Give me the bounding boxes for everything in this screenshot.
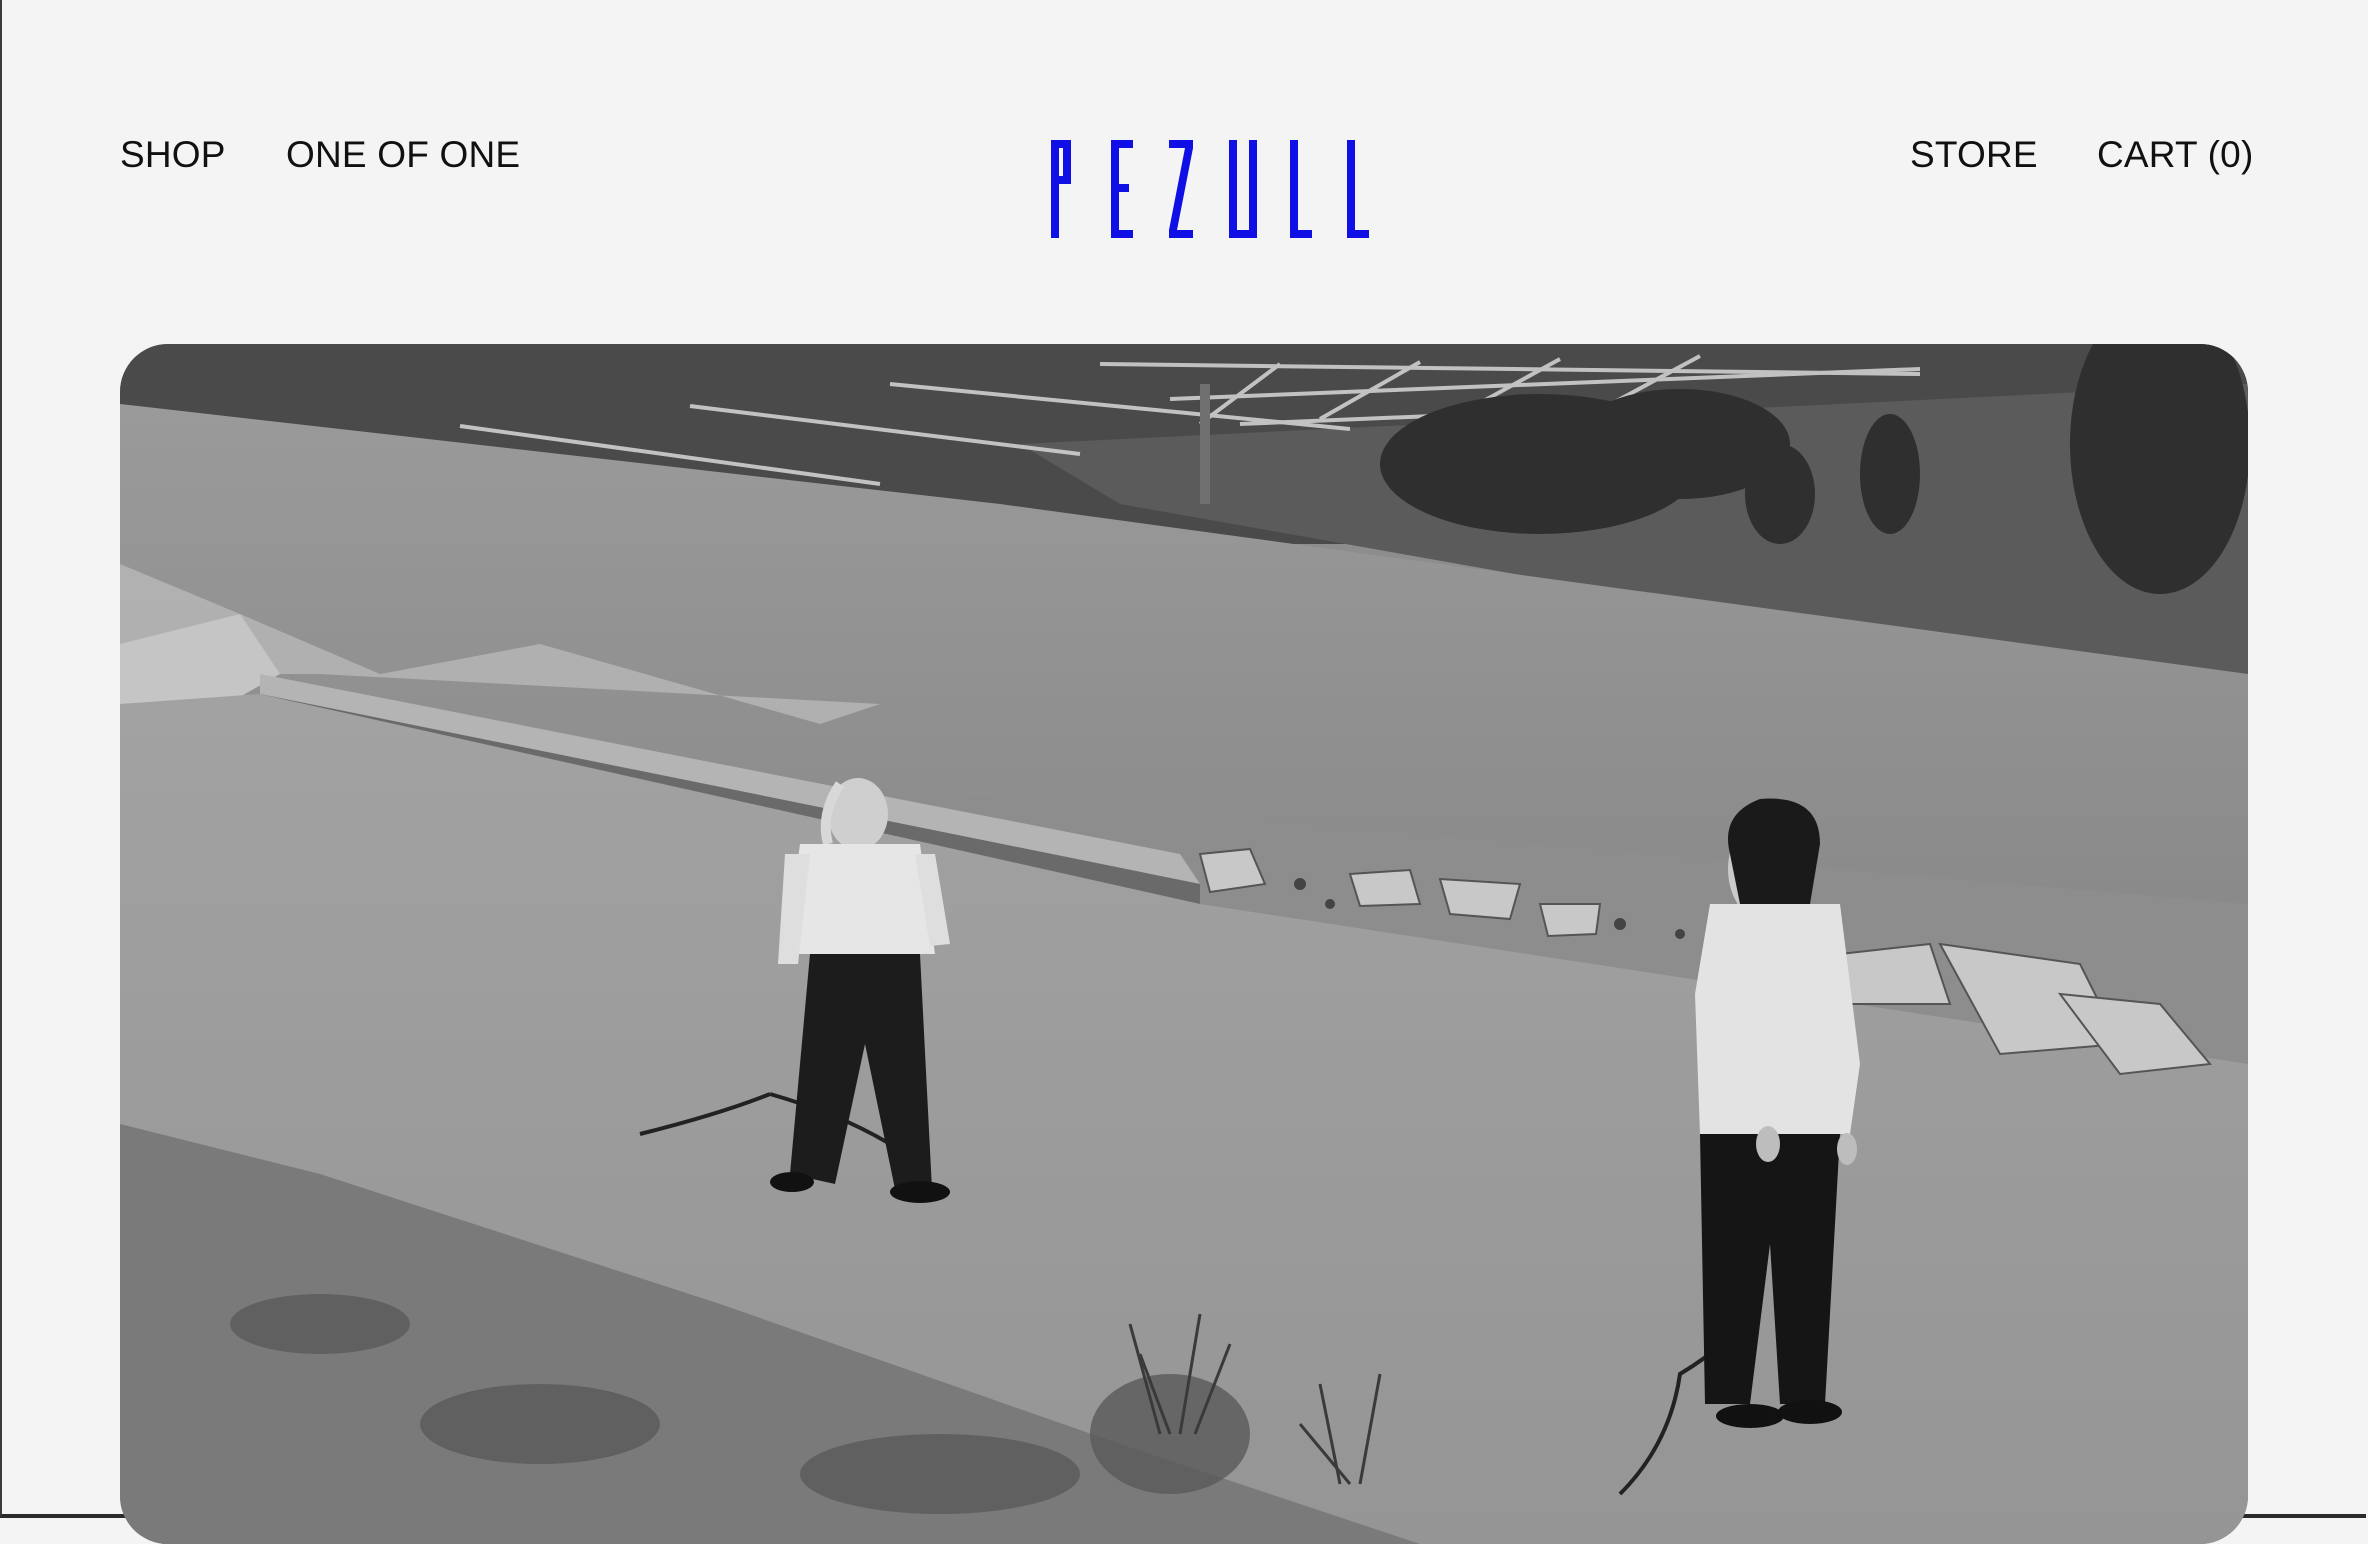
nav-cart-link[interactable]: CART (0) (2097, 136, 2253, 173)
nav-shop-link[interactable]: SHOP (120, 136, 226, 173)
hero-photo (120, 344, 2248, 1544)
pezull-logo-wordmark (1051, 140, 1369, 238)
nav-store-link[interactable]: STORE (1910, 136, 2038, 173)
hero-image[interactable] (120, 344, 2248, 1544)
site-logo[interactable] (1045, 138, 1375, 240)
nav-one-of-one-link[interactable]: ONE OF ONE (286, 136, 520, 173)
